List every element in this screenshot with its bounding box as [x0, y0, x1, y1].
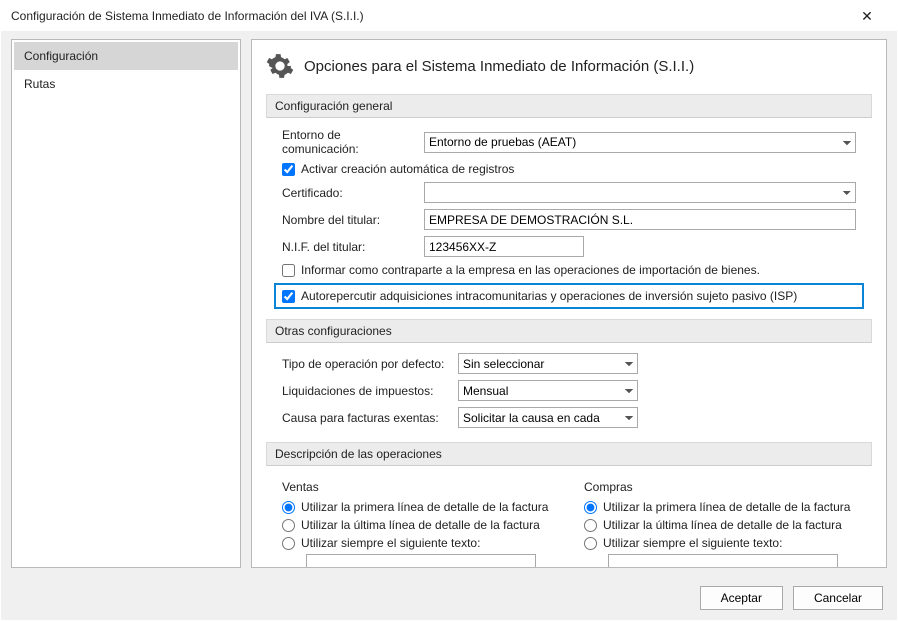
autorepercutir-highlight: Autorepercutir adquisiciones intracomuni… — [274, 283, 864, 309]
entorno-select[interactable]: Entorno de pruebas (AEAT) — [424, 132, 856, 153]
sidebar: Configuración Rutas — [11, 39, 241, 568]
nif-input[interactable] — [424, 236, 584, 257]
compras-radio-first[interactable] — [584, 501, 597, 514]
activar-checkbox[interactable] — [282, 163, 295, 176]
tipo-select[interactable]: Sin seleccionar — [458, 353, 638, 374]
general-form: Entorno de comunicación: Entorno de prue… — [266, 128, 872, 315]
ventas-radio-text[interactable] — [282, 537, 295, 550]
panel-title: Opciones para el Sistema Inmediato de In… — [304, 58, 694, 75]
dialog-body: Configuración Rutas Opciones para el Sis… — [1, 31, 897, 576]
sidebar-item-rutas[interactable]: Rutas — [14, 70, 238, 98]
cancel-button[interactable]: Cancelar — [793, 586, 883, 610]
dialog-window: Configuración de Sistema Inmediato de In… — [0, 0, 898, 621]
ventas-opt-last: Utilizar la última línea de detalle de l… — [301, 518, 540, 532]
autorepercutir-label: Autorepercutir adquisiciones intracomuni… — [301, 289, 797, 303]
compras-column: Compras Utilizar la primera línea de det… — [584, 476, 856, 568]
desc-operations: Ventas Utilizar la primera línea de deta… — [266, 476, 872, 568]
ventas-column: Ventas Utilizar la primera línea de deta… — [282, 476, 554, 568]
compras-title: Compras — [584, 480, 856, 494]
window-title: Configuración de Sistema Inmediato de In… — [11, 9, 847, 23]
informar-checkbox[interactable] — [282, 264, 295, 277]
activar-label: Activar creación automática de registros — [301, 162, 514, 176]
compras-radio-last[interactable] — [584, 519, 597, 532]
compras-opt-text: Utilizar siempre el siguiente texto: — [603, 536, 782, 550]
nombre-label: Nombre del titular: — [282, 213, 418, 227]
accept-button[interactable]: Aceptar — [700, 586, 783, 610]
ventas-opt-first: Utilizar la primera línea de detalle de … — [301, 500, 548, 514]
informar-label: Informar como contraparte a la empresa e… — [301, 263, 760, 277]
nombre-input[interactable] — [424, 209, 856, 230]
panel-header: Opciones para el Sistema Inmediato de In… — [266, 52, 872, 80]
compras-radio-text[interactable] — [584, 537, 597, 550]
gear-icon — [266, 52, 294, 80]
tipo-label: Tipo de operación por defecto: — [282, 357, 452, 371]
liq-label: Liquidaciones de impuestos: — [282, 384, 452, 398]
compras-opt-first: Utilizar la primera línea de detalle de … — [603, 500, 850, 514]
ventas-radio-first[interactable] — [282, 501, 295, 514]
section-header-desc: Descripción de las operaciones — [266, 442, 872, 466]
compras-opt-last: Utilizar la última línea de detalle de l… — [603, 518, 842, 532]
dialog-footer: Aceptar Cancelar — [1, 576, 897, 620]
ventas-opt-text: Utilizar siempre el siguiente texto: — [301, 536, 480, 550]
other-form: Tipo de operación por defecto: Sin selec… — [266, 353, 872, 438]
sidebar-item-configuracion[interactable]: Configuración — [14, 42, 238, 70]
section-header-other: Otras configuraciones — [266, 319, 872, 343]
compras-custom-input[interactable] — [608, 554, 838, 568]
cert-select[interactable] — [424, 182, 856, 203]
section-header-general: Configuración general — [266, 94, 872, 118]
entorno-label: Entorno de comunicación: — [282, 128, 418, 156]
cert-label: Certificado: — [282, 186, 418, 200]
ventas-title: Ventas — [282, 480, 554, 494]
content-panel: Opciones para el Sistema Inmediato de In… — [251, 39, 887, 568]
nif-label: N.I.F. del titular: — [282, 240, 418, 254]
liq-select[interactable]: Mensual — [458, 380, 638, 401]
autorepercutir-checkbox[interactable] — [282, 290, 295, 303]
causa-select[interactable]: Solicitar la causa en cada — [458, 407, 638, 428]
ventas-radio-last[interactable] — [282, 519, 295, 532]
titlebar: Configuración de Sistema Inmediato de In… — [1, 1, 897, 31]
ventas-custom-input[interactable] — [306, 554, 536, 568]
close-icon[interactable]: ✕ — [847, 8, 887, 25]
causa-label: Causa para facturas exentas: — [282, 411, 452, 425]
